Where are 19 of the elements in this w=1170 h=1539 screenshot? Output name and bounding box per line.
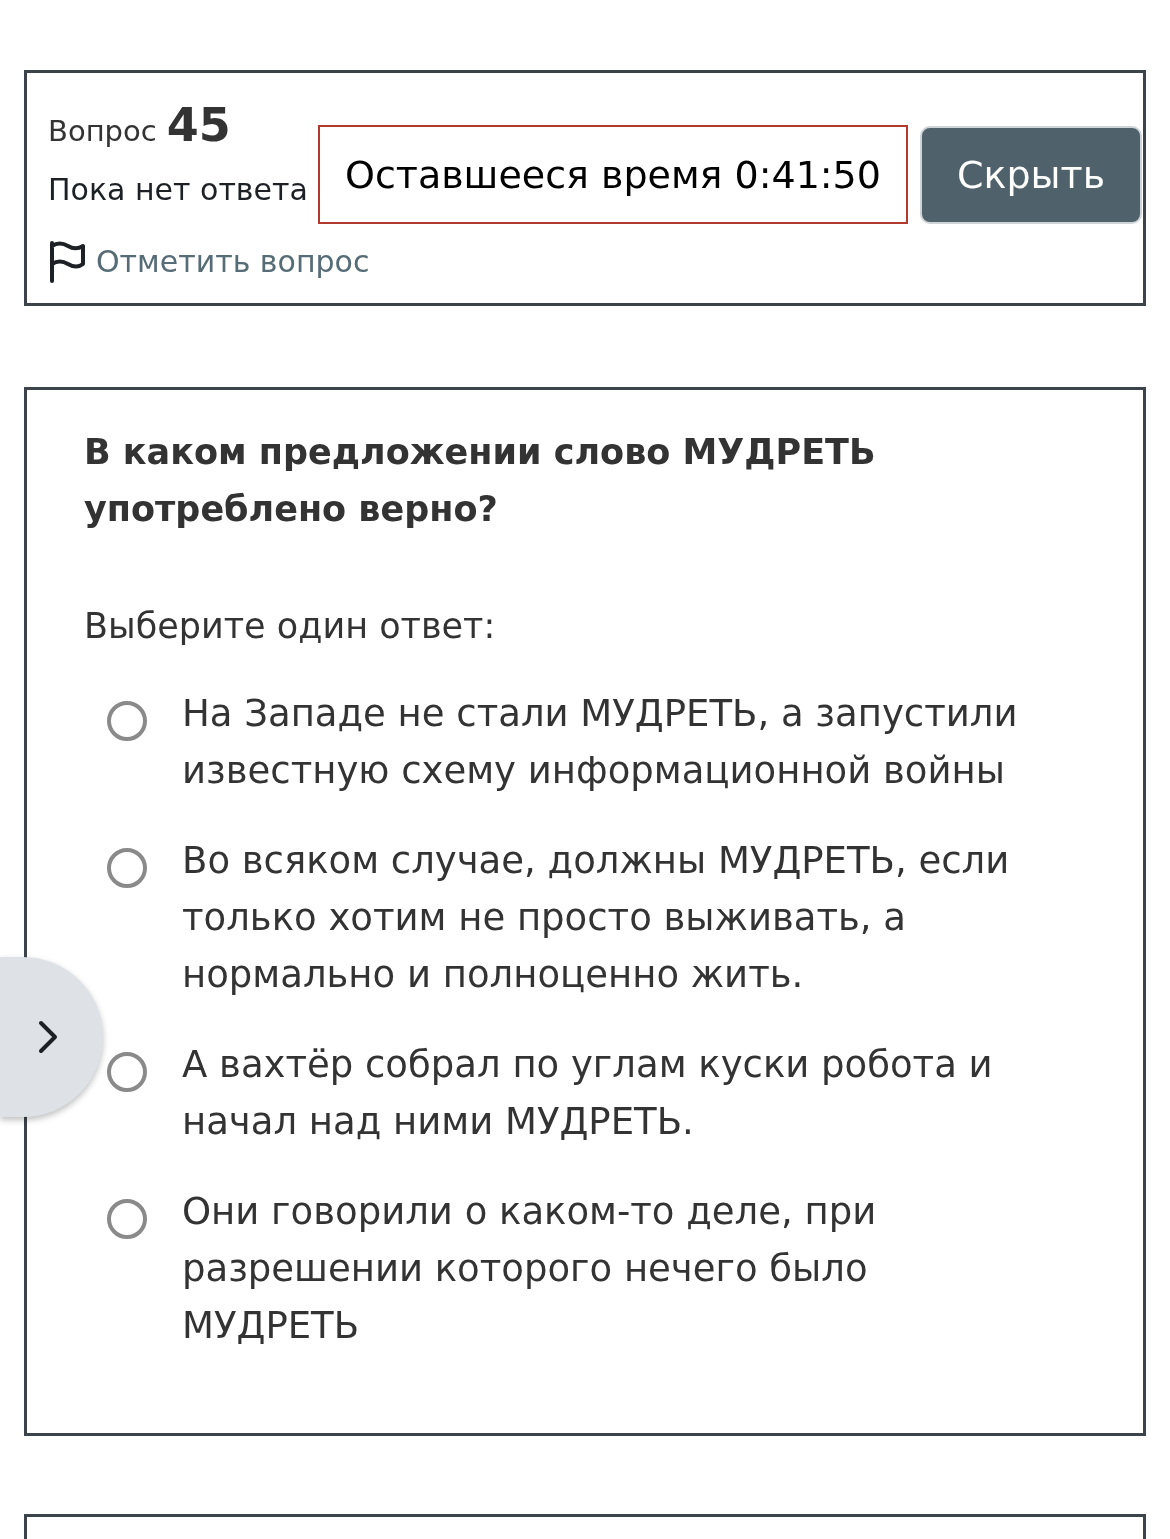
answer-option-text[interactable]: Во всяком случае, должны МУДРЕТЬ, если только хотим не просто выживать, а нормально и полноценно жить. bbox=[182, 832, 1030, 1003]
time-left-box: Оставшееся время 0:41:50 bbox=[318, 125, 908, 224]
radio-button[interactable] bbox=[107, 701, 147, 741]
radio-button[interactable] bbox=[107, 848, 147, 888]
question-text: В каком предложении слово МУДРЕТЬ употреблено верно? bbox=[84, 431, 877, 531]
answer-option-text[interactable]: Они говорили о каком-то деле, при разрешении которого нечего было МУДРЕТЬ bbox=[182, 1183, 1030, 1354]
answer-option-text[interactable]: На Западе не стали МУДРЕТЬ, а запустили известную схему информационной войны bbox=[182, 685, 1030, 799]
question-number: 45 bbox=[166, 100, 231, 150]
radio-button[interactable] bbox=[107, 1052, 147, 1092]
answer-prompt: Выберите один ответ: bbox=[84, 605, 497, 648]
chevron-right-icon bbox=[38, 1020, 58, 1054]
drawer-toggle-button[interactable] bbox=[0, 957, 103, 1117]
hide-timer-button[interactable]: Скрыть bbox=[920, 126, 1142, 224]
flag-icon[interactable] bbox=[48, 241, 86, 283]
answer-status: Пока нет ответа bbox=[48, 171, 309, 209]
answer-option-text[interactable]: А вахтёр собрал по углам куски робота и начал над ними МУДРЕТЬ. bbox=[182, 1036, 1030, 1150]
radio-button[interactable] bbox=[107, 1199, 147, 1239]
flag-question-link[interactable]: Отметить вопрос bbox=[96, 242, 370, 282]
question-label: Вопрос bbox=[48, 113, 157, 150]
